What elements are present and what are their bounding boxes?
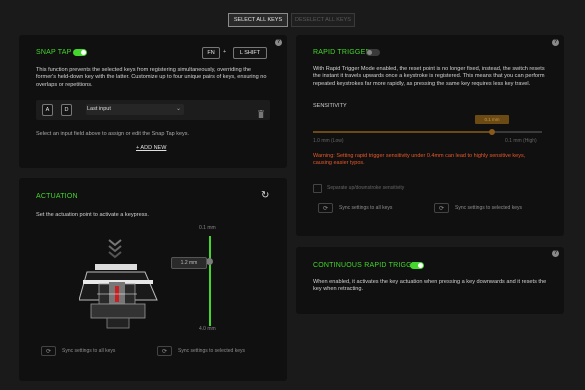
actuation-slider-track[interactable] [206,236,213,326]
continuous-rapid-trigger-panel: ? CONTINUOUS RAPID TRIGGER When enabled,… [296,247,564,314]
sync-all-button[interactable]: ⟳ Sync settings to all keys [318,203,392,213]
sensitivity-label: SENSITIVITY [313,103,347,109]
help-icon[interactable]: ? [552,39,559,46]
snap-tap-panel: ? SNAP TAP FN + L SHIFT This function pr… [19,35,287,168]
actuation-top-label: 0.1 mm [199,225,216,231]
chevron-down-icon: ⌄ [175,106,181,112]
sync-all-label: Sync settings to all keys [339,205,393,211]
actuation-title: ACTUATION [36,193,78,200]
actuation-panel: ACTUATION ↻ Set the actuation point to a… [19,178,287,381]
actuation-description: Set the actuation point to activate a ke… [36,212,149,218]
sensitivity-min-label: 1.0 mm (Low) [313,138,344,144]
sync-all-label: Sync settings to all keys [62,348,116,354]
rapid-trigger-description: With Rapid Trigger Mode enabled, the res… [313,66,545,87]
add-new-link[interactable]: + ADD NEW [136,145,166,151]
actuation-bottom-label: 4.0 mm [199,326,216,332]
actuation-slider-handle[interactable] [206,258,213,265]
sync-icon: ⟳ [318,203,333,213]
sync-icon: ⟳ [41,346,56,356]
sensitivity-warning: Warning: Setting rapid trigger sensitivi… [313,153,526,167]
sensitivity-slider-track[interactable] [313,128,542,135]
sensitivity-value-badge: 0.1 mm [475,115,509,124]
pair-key-b[interactable]: D [61,104,72,116]
plus-sign: + [223,49,227,55]
sync-selected-label: Sync settings to selected keys [178,348,245,354]
sync-selected-label: Sync settings to selected keys [455,205,522,211]
pair-key-a[interactable]: A [42,104,53,116]
separate-label: Separate up/downstroke sensitivity [327,185,405,191]
sensitivity-slider-fill [313,131,492,133]
snap-tap-description: This function prevents the selected keys… [36,67,267,88]
sensitivity-max-label: 0.1 mm (High) [505,138,537,144]
rapid-trigger-toggle[interactable] [366,49,380,56]
continuous-toggle[interactable] [410,262,424,269]
snap-tap-pair-row: A D Last input ⌄ [36,100,270,120]
help-icon[interactable]: ? [275,39,282,46]
rapid-trigger-panel: ? RAPID TRIGGER With Rapid Trigger Mode … [296,35,564,236]
rapid-trigger-title: RAPID TRIGGER [313,49,371,56]
select-all-keys-button[interactable]: SELECT ALL KEYS [228,13,288,27]
snap-tap-key2[interactable]: L SHIFT [233,47,267,59]
deselect-all-keys-button[interactable]: DESELECT ALL KEYS [291,13,355,27]
sensitivity-value: 0.1 mm [484,117,500,122]
continuous-title: CONTINUOUS RAPID TRIGGER [313,262,422,269]
snap-tap-toggle[interactable] [73,49,87,56]
sync-selected-button[interactable]: ⟳ Sync settings to selected keys [157,346,245,356]
actuation-value: 1.2 mm [180,260,198,266]
key-switch-illustration [78,238,189,338]
snap-tap-title: SNAP TAP [36,49,72,56]
sync-all-button[interactable]: ⟳ Sync settings to all keys [41,346,115,356]
reset-icon[interactable]: ↻ [261,191,269,201]
snap-tap-hint: Select an input field above to assign or… [36,131,190,137]
sync-icon: ⟳ [157,346,172,356]
help-icon[interactable]: ? [552,250,559,257]
sensitivity-slider-handle[interactable] [489,128,495,135]
continuous-description: When enabled, it activates the key actua… [313,279,547,293]
snap-tap-key1[interactable]: FN [202,47,220,59]
sync-selected-button[interactable]: ⟳ Sync settings to selected keys [434,203,522,213]
separate-checkbox[interactable] [313,184,322,193]
trash-icon[interactable] [258,105,264,118]
actuation-value-badge: 1.2 mm [171,257,207,269]
mode-dropdown[interactable]: Last input ⌄ [86,104,184,115]
sync-icon: ⟳ [434,203,449,213]
mode-dropdown-value: Last input [87,106,111,112]
